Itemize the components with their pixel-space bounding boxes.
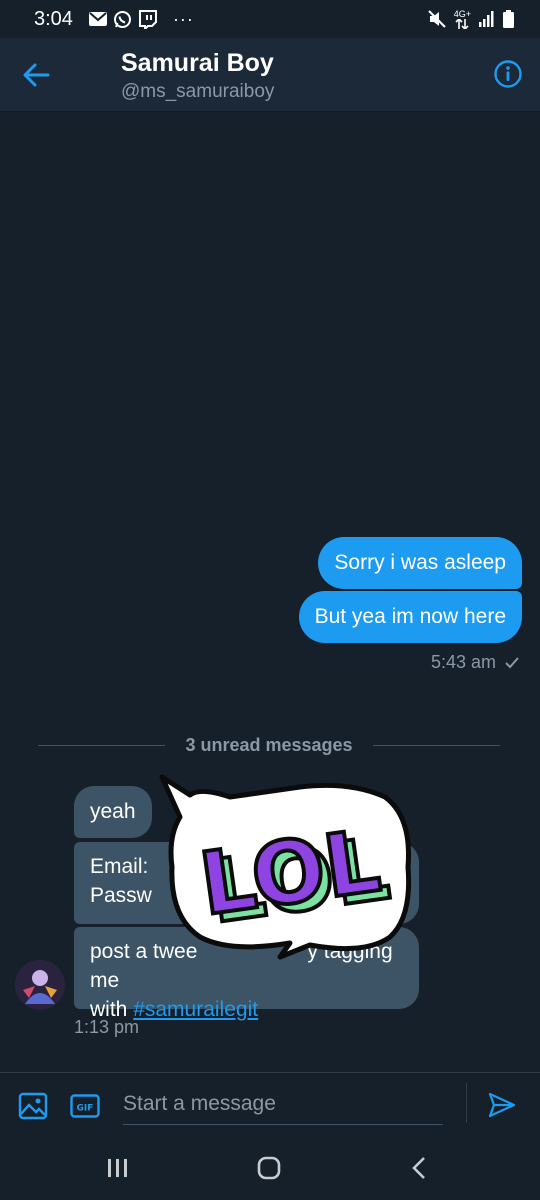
- data-icon: 4G+: [453, 8, 471, 29]
- avatar-image: [15, 960, 65, 1010]
- mute-icon: [428, 10, 446, 28]
- avatar[interactable]: [15, 960, 65, 1010]
- signal-icon: [479, 11, 495, 27]
- status-bar: 3:04 ··· 4G+: [0, 0, 540, 38]
- composer-separator: [466, 1083, 467, 1123]
- unread-label: 3 unread messages: [185, 734, 353, 755]
- hashtag-link[interactable]: #samurailegit: [133, 998, 258, 1021]
- home-button[interactable]: [257, 1156, 281, 1180]
- home-icon: [257, 1156, 281, 1180]
- gif-icon: GIF: [70, 1094, 100, 1118]
- info-button[interactable]: [493, 59, 523, 89]
- media-button[interactable]: [18, 1092, 48, 1120]
- twitch-icon: [138, 9, 157, 29]
- conversation-header: Samurai Boy @ms_samuraiboy: [0, 38, 540, 112]
- info-icon: [494, 60, 522, 88]
- outgoing-timestamp: 5:43 am: [431, 652, 520, 673]
- mail-icon: [88, 12, 107, 26]
- whatsapp-icon: [113, 10, 132, 29]
- timestamp-text: 5:43 am: [430, 652, 496, 672]
- divider-line: [372, 744, 500, 746]
- image-icon: [18, 1092, 48, 1120]
- status-left: 3:04 ···: [34, 8, 194, 31]
- send-icon: [488, 1092, 516, 1118]
- message-input[interactable]: [123, 1083, 443, 1125]
- notification-icons: ···: [88, 8, 194, 30]
- divider-line: [38, 744, 166, 746]
- checkmark-icon: [505, 656, 519, 668]
- system-back-button[interactable]: [410, 1156, 430, 1180]
- conversation-handle: @ms_samuraiboy: [121, 81, 275, 102]
- unread-divider: 3 unread messages: [38, 735, 500, 755]
- status-right: 4G+: [428, 8, 514, 29]
- lol-sticker: LOL LOL: [150, 767, 420, 967]
- recent-apps-button[interactable]: [105, 1158, 131, 1178]
- recent-apps-icon: [108, 1159, 127, 1177]
- incoming-message[interactable]: yeah: [74, 786, 152, 838]
- message-thread[interactable]: Sorry i was asleep But yea im now here 5…: [0, 112, 540, 1072]
- send-button[interactable]: [487, 1091, 517, 1119]
- message-composer: GIF: [0, 1072, 540, 1134]
- more-notifications-icon: ···: [172, 8, 194, 29]
- conversation-title: Samurai Boy: [121, 49, 274, 77]
- incoming-timestamp: 1:13 pm: [74, 1017, 140, 1037]
- back-button[interactable]: [22, 62, 52, 88]
- outgoing-message[interactable]: Sorry i was asleep: [318, 537, 522, 589]
- status-time: 3:04: [34, 7, 73, 30]
- sticker-graphic: LOL LOL: [159, 774, 412, 960]
- outgoing-message[interactable]: But yea im now here: [298, 591, 522, 643]
- gif-button[interactable]: GIF: [70, 1094, 100, 1118]
- conversation-title-block[interactable]: Samurai Boy @ms_samuraiboy: [121, 48, 274, 104]
- network-type: 4G+: [453, 8, 471, 19]
- gif-label: GIF: [77, 1104, 94, 1114]
- battery-icon: [503, 10, 514, 28]
- system-navigation-bar: [0, 1134, 540, 1200]
- arrow-left-icon: [23, 63, 50, 87]
- chevron-left-icon: [412, 1157, 425, 1179]
